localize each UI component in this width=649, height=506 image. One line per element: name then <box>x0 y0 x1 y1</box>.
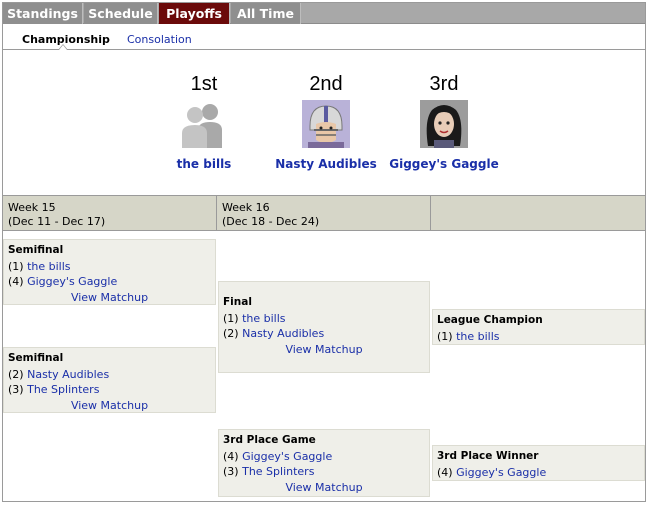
matchup-title: League Champion <box>437 314 543 326</box>
team-link[interactable]: Nasty Audibles <box>242 327 324 340</box>
matchup-semifinal-1: Semifinal (1) the bills (4) Giggey's Gag… <box>3 239 216 305</box>
seed: (3) <box>223 465 239 478</box>
girl-avatar[interactable] <box>420 100 468 148</box>
view-matchup-link[interactable]: View Matchup <box>8 398 211 414</box>
matchup-line: (2) Nasty Audibles <box>223 326 425 342</box>
matchup-line: (3) The Splinters <box>8 382 211 398</box>
week-label: Week 15 <box>8 201 56 214</box>
seed: (1) <box>8 259 24 273</box>
team-link[interactable]: the bills <box>242 312 285 325</box>
podium-second: 2nd Nasty Audibles <box>261 51 391 171</box>
view-matchup-link[interactable]: View Matchup <box>223 342 425 358</box>
matchup-line: (1) the bills <box>437 329 640 345</box>
seed: (3) <box>8 383 24 396</box>
matchup-third-place: 3rd Place Game (4) Giggey's Gaggle (3) T… <box>218 429 430 497</box>
week-16-header: Week 16 (Dec 18 - Dec 24) <box>217 196 431 230</box>
seed: (1) <box>223 311 239 325</box>
matchup-line: (2) Nasty Audibles <box>8 367 211 383</box>
team-link[interactable]: The Splinters <box>242 465 314 478</box>
matchup-title: Semifinal <box>8 352 64 364</box>
week-range: (Dec 18 - Dec 24) <box>222 215 320 228</box>
team-link[interactable]: Giggey's Gaggle <box>242 450 332 463</box>
team-link[interactable]: Giggey's Gaggle <box>27 275 117 288</box>
matchup-semifinal-2: Semifinal (2) Nasty Audibles (3) The Spl… <box>3 347 216 413</box>
team-link[interactable]: the bills <box>456 330 499 343</box>
seed: (2) <box>223 327 239 340</box>
matchup-title: Final <box>223 296 252 308</box>
podium-team-link[interactable]: Giggey's Gaggle <box>379 157 509 171</box>
week-empty-header <box>431 196 645 230</box>
podium-team-link[interactable]: Nasty Audibles <box>261 157 391 171</box>
place-label: 3rd <box>429 73 459 95</box>
week-header-row: Week 15 (Dec 11 - Dec 17) Week 16 (Dec 1… <box>3 195 645 231</box>
week-15-header: Week 15 (Dec 11 - Dec 17) <box>3 196 217 230</box>
week-label: Week 16 <box>222 201 270 214</box>
team-link[interactable]: The Splinters <box>27 383 99 396</box>
team-link[interactable]: Nasty Audibles <box>27 368 109 381</box>
podium-team-link[interactable]: the bills <box>139 157 269 171</box>
matchup-title: 3rd Place Winner <box>437 450 539 462</box>
tab-standings[interactable]: Standings <box>3 3 83 24</box>
playoffs-panel: Standings Schedule Playoffs All Time Cha… <box>2 2 646 502</box>
subtab-consolation[interactable]: Consolation <box>127 33 192 46</box>
helmet-avatar[interactable] <box>302 100 350 148</box>
podium-first: 1st the bills <box>139 51 269 171</box>
tab-all-time[interactable]: All Time <box>231 3 301 24</box>
tab-playoffs[interactable]: Playoffs <box>159 3 230 24</box>
matchup-line: (1) the bills <box>223 311 425 327</box>
active-subtab-pointer <box>58 44 68 50</box>
team-link[interactable]: the bills <box>27 260 70 273</box>
league-champion-box: League Champion (1) the bills <box>432 309 645 345</box>
matchup-line: (4) Giggey's Gaggle <box>223 449 425 465</box>
seed: (4) <box>437 465 453 479</box>
matchup-line: (4) Giggey's Gaggle <box>8 274 211 290</box>
seed: (4) <box>223 449 239 463</box>
seed: (2) <box>8 367 24 381</box>
matchup-line: (1) the bills <box>8 259 211 275</box>
tab-schedule[interactable]: Schedule <box>84 3 158 24</box>
silhouette-icon[interactable] <box>180 100 228 148</box>
matchup-line: (4) Giggey's Gaggle <box>437 465 640 481</box>
matchup-line: (3) The Splinters <box>223 464 425 480</box>
matchup-final: Final (1) the bills (2) Nasty Audibles V… <box>218 281 430 373</box>
place-label: 1st <box>190 73 218 95</box>
third-place-winner-box: 3rd Place Winner (4) Giggey's Gaggle <box>432 445 645 481</box>
place-label: 2nd <box>309 73 343 95</box>
matchup-title: Semifinal <box>8 244 64 256</box>
main-tab-bar: Standings Schedule Playoffs All Time <box>3 3 645 24</box>
seed: (1) <box>437 329 453 343</box>
seed: (4) <box>8 275 24 288</box>
week-range: (Dec 11 - Dec 17) <box>8 215 106 228</box>
podium-third: 3rd Giggey's Gaggle <box>379 51 509 171</box>
sub-tab-bar: Championship Consolation <box>3 25 645 50</box>
view-matchup-link[interactable]: View Matchup <box>8 290 211 306</box>
view-matchup-link[interactable]: View Matchup <box>223 480 425 496</box>
team-link[interactable]: Giggey's Gaggle <box>456 466 546 479</box>
matchup-title: 3rd Place Game <box>223 434 316 446</box>
